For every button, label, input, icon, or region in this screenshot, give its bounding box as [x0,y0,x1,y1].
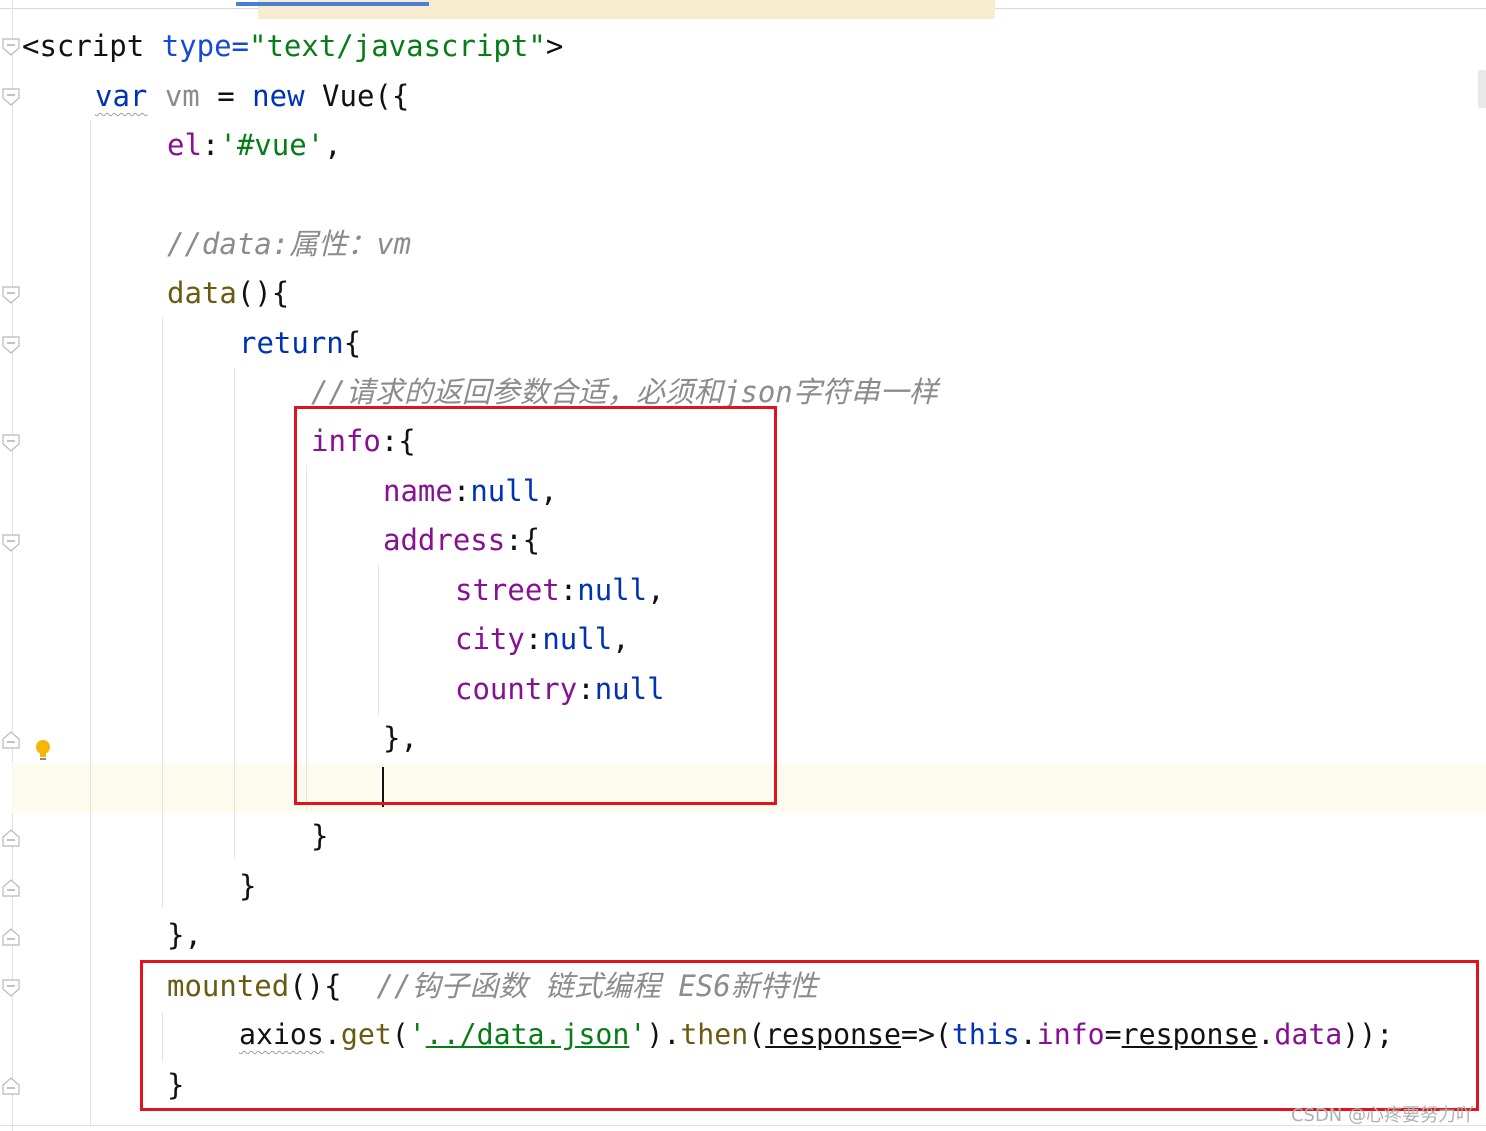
watermark: CSDN @心疼要努力吖 [1290,1105,1474,1126]
fold-icon[interactable] [2,879,20,897]
code-line[interactable]: var vm = new Vue({ [95,71,409,121]
lightbulb-icon[interactable] [33,738,53,764]
code-comment[interactable]: //data:属性：vm [167,219,411,269]
code-line[interactable]: }, [167,910,202,960]
selection-underline [236,2,429,6]
fold-icon[interactable] [2,336,20,354]
fold-icon[interactable] [2,286,20,304]
highlight-box-info [294,406,777,805]
fold-icon[interactable] [2,534,20,552]
code-line[interactable]: } [239,861,256,911]
code-line[interactable]: return{ [239,318,361,368]
fold-icon[interactable] [2,434,20,452]
indent-guide [162,318,163,908]
indent-guide [90,120,91,1125]
code-line[interactable]: el:'#vue', [167,120,342,170]
fold-icon[interactable] [2,928,20,946]
fold-icon[interactable] [2,1077,20,1095]
fold-icon[interactable] [2,979,20,997]
fold-icon[interactable] [2,829,20,847]
scrollbar-thumb[interactable] [1478,70,1486,108]
code-line[interactable]: } [311,811,328,861]
code-line[interactable]: <script type="text/javascript"> [22,21,563,71]
fold-icon[interactable] [2,38,20,56]
highlight-box-mounted [140,960,1479,1111]
gutter-divider [12,0,13,1131]
code-line[interactable]: data(){ [167,268,289,318]
code-editor[interactable]: <script type="text/javascript"> var vm =… [0,0,1486,1131]
fold-icon[interactable] [2,731,20,749]
indent-guide [234,368,235,858]
bottom-border [0,1125,1486,1126]
fold-icon[interactable] [2,88,20,106]
